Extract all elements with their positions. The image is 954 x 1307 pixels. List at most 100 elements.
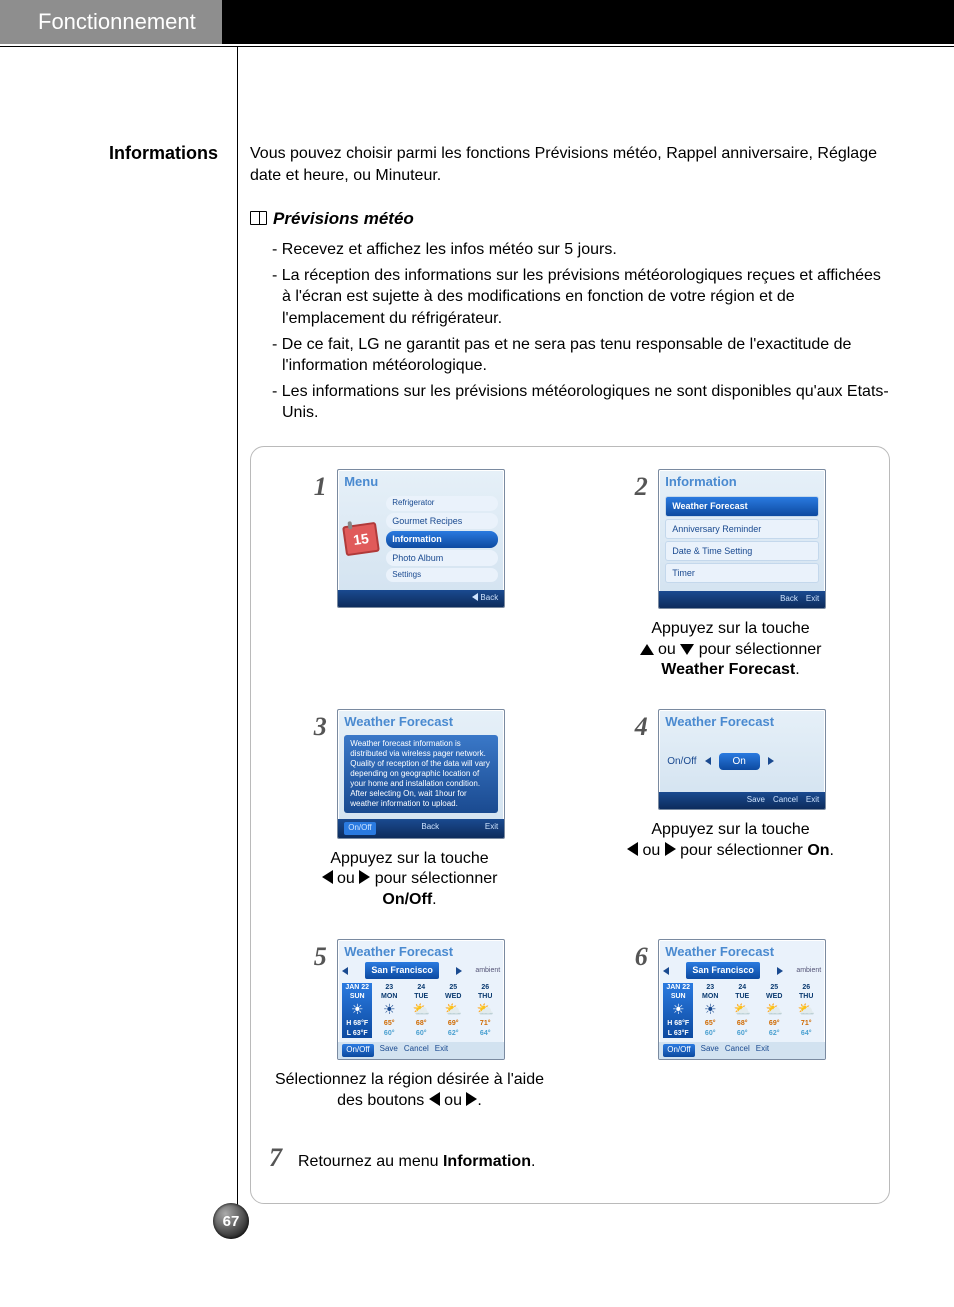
step-1: 1 Menu 15 Refrigerator Gourmet Recipes I… [269,469,550,608]
temp-hi: 68° [406,1019,436,1028]
period: . [432,891,436,908]
onoff-label: On/Off [667,755,696,769]
menu-item-selected: Information [386,531,498,547]
left-small-icon [663,967,669,975]
temp-hi: H 68°F [663,1019,693,1028]
bullet-item: De ce fait, LG ne garantit pas et ne ser… [272,334,890,377]
screen-title: Menu [338,470,504,491]
forecast-day: 23MON☀65°60° [374,983,404,1039]
caption-text: ou [638,842,665,859]
forecast-day: 24TUE⛅68°60° [406,983,436,1039]
day-date: 23 [695,983,725,992]
screen-title: Information [659,470,825,491]
temp-hi: 71° [791,1019,821,1028]
step7-caption: Retournez au menu Information. [298,1151,535,1173]
menu-item: Gourmet Recipes [386,513,498,529]
up-triangle-icon [640,644,654,655]
subsection: Prévisions météo Recevez et affichez les… [250,208,890,424]
day-name: TUE [727,992,757,1001]
down-triangle-icon [680,644,694,655]
footer-button: Back [780,594,798,605]
sun-icon: ☀ [347,1002,367,1018]
left-triangle-icon [627,842,638,856]
footer-button: Save [701,1044,719,1057]
screen-title: Weather Forecast [338,710,504,731]
book-icon [250,211,267,225]
caption-bold: Information [443,1153,531,1170]
caption-text: Retournez au menu [298,1153,443,1170]
screen-menu: Menu 15 Refrigerator Gourmet Recipes Inf… [337,469,505,608]
caption-text: Appuyez sur la touche [330,850,488,867]
vertical-divider [237,46,238,1226]
footer-button: Exit [806,594,819,605]
steps-panel: 1 Menu 15 Refrigerator Gourmet Recipes I… [250,446,890,1204]
step-number: 3 [314,709,327,744]
day-date: 23 [374,983,404,992]
temp-hi: 65° [695,1019,725,1028]
screen-footer: On/Off Save Cancel Exit [659,1042,825,1059]
cloud-icon: ⛅ [764,1002,784,1018]
footer-button-highlight: On/Off [663,1044,694,1057]
screen-onoff: Weather Forecast On/Off On Save Cancel E… [658,709,826,810]
right-small-icon [768,757,774,765]
day-name: THU [791,992,821,1001]
city-label: San Francisco [365,962,439,978]
onoff-row: On/Off On [659,731,825,793]
forecast-grid: JAN 22SUN☀H 68°FL 63°F 23MON☀65°60° 24TU… [338,981,504,1043]
forecast-day: 23MON☀65°60° [695,983,725,1039]
city-row: San Francisco ambient [338,960,504,980]
temp-hi: 65° [374,1019,404,1028]
screen-title: Weather Forecast [338,940,504,961]
day-name: WED [759,992,789,1001]
forecast-day: 24TUE⛅68°60° [727,983,757,1039]
temp-lo: 64° [791,1029,821,1038]
on-value: On [719,753,760,771]
subsection-title: Prévisions météo [250,208,890,231]
menu-item: Photo Album [386,550,498,566]
day-date: 24 [406,983,436,992]
day-date: 25 [438,983,468,992]
info-list: Weather Forecast Anniversary Reminder Da… [659,490,825,591]
period: . [531,1153,535,1170]
period: . [830,842,834,859]
back-triangle-icon [472,593,478,601]
caption-text: ou [440,1092,467,1109]
step-caption: Appuyez sur la touche ou pour sélectionn… [269,849,550,911]
forecast-day: 26THU⛅71°64° [791,983,821,1039]
forecast-day: JAN 22SUN☀H 68°FL 63°F [663,983,693,1039]
footer-button-highlight: On/Off [344,822,375,835]
caption-text: pour sélectionner [694,641,821,658]
city-row: San Francisco ambient [659,960,825,980]
bullet-list: Recevez et affichez les infos météo sur … [250,239,890,424]
caption-bold: On [807,842,829,859]
footer-button: Exit [806,795,819,806]
temp-lo: 62° [438,1029,468,1038]
bullet-item: Recevez et affichez les infos météo sur … [272,239,890,261]
screen-forecast-6: Weather Forecast San Francisco ambient J… [658,939,826,1060]
step-row: 1 Menu 15 Refrigerator Gourmet Recipes I… [269,469,871,681]
footer-button: Exit [485,822,498,835]
forecast-day: JAN 22SUN☀H 68°FL 63°F [342,983,372,1039]
screen-footer: On/Off Back Exit [338,819,504,838]
day-date: 26 [470,983,500,992]
city-label: San Francisco [686,962,760,978]
sun-icon: ☀ [668,1002,688,1018]
day-date: 24 [727,983,757,992]
screen-title: Weather Forecast [659,940,825,961]
step-3: 3 Weather Forecast Weather forecast info… [269,709,550,911]
forecast-day: 26THU⛅71°64° [470,983,500,1039]
period: . [477,1092,481,1109]
sun-icon: ☀ [700,1002,720,1018]
step-row: 5 Weather Forecast San Francisco ambient… [269,939,871,1112]
cloud-icon: ⛅ [732,1002,752,1018]
footer-button: Back [421,822,439,835]
sun-icon: ☀ [379,1002,399,1018]
temp-hi: 68° [727,1019,757,1028]
day-name: SUN [342,992,372,1001]
right-small-icon [456,967,462,975]
caption-text: ou [654,641,681,658]
intro-text: Vous pouvez choisir parmi les fonctions … [250,143,890,186]
temp-lo: L 63°F [342,1029,372,1038]
step-number: 7 [269,1140,282,1175]
screen-forecast-5: Weather Forecast San Francisco ambient J… [337,939,505,1060]
